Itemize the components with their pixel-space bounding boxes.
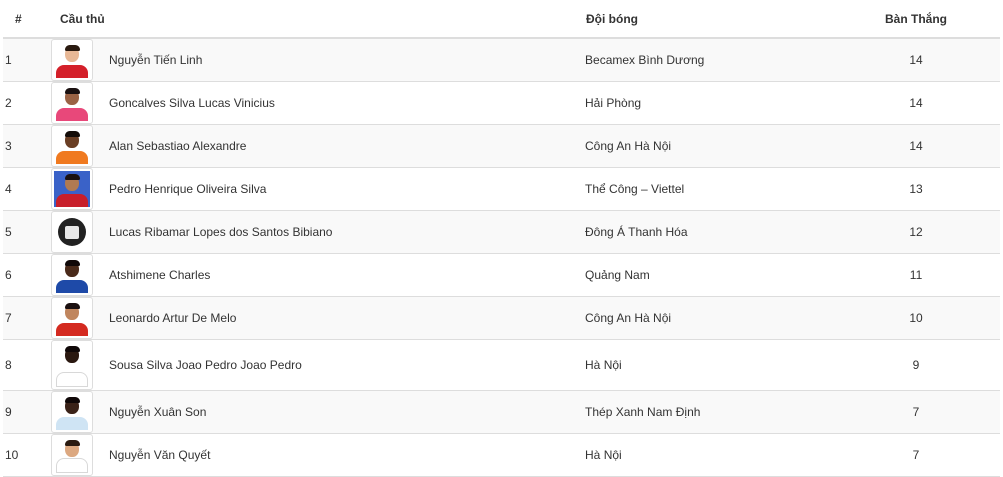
player-name: Sousa Silva Joao Pedro Joao Pedro: [109, 358, 302, 372]
avatar-cell: [51, 297, 105, 340]
table-row: 7 Leonardo Artur De Melo Công An Hà Nội …: [3, 296, 1001, 340]
team-name: Hải Phòng: [585, 96, 642, 110]
goals-count: 7: [912, 405, 920, 419]
table-row: 5 Lucas Ribamar Lopes dos Santos Bibiano…: [3, 210, 1001, 254]
table-row: 2 Goncalves Silva Lucas Vinicius Hải Phò…: [3, 81, 1001, 125]
goals-count: 14: [909, 139, 923, 153]
team-name: Becamex Bình Dương: [585, 53, 705, 67]
table-header: # Cầu thủ Đội bóng Bàn Thắng: [3, 0, 1001, 39]
team-name: Hà Nội: [585, 448, 622, 462]
player-photo-icon: [51, 391, 93, 433]
rank-cell: 8: [5, 358, 12, 372]
avatar-cell: [51, 125, 105, 168]
player-photo-icon: [51, 39, 93, 81]
rank-cell: 1: [5, 53, 12, 67]
team-name: Thép Xanh Nam Định: [585, 405, 701, 419]
header-player: Cầu thủ: [51, 0, 577, 39]
player-name: Goncalves Silva Lucas Vinicius: [109, 96, 275, 110]
table-row: 10 Nguyễn Văn Quyết Hà Nội 7: [3, 433, 1001, 477]
avatar-cell: [51, 168, 105, 211]
rank-cell: 2: [5, 96, 12, 110]
team-name: Quảng Nam: [585, 268, 650, 282]
player-photo-icon: [51, 434, 93, 476]
top-scorers-table: # Cầu thủ Đội bóng Bàn Thắng 1 Nguyễn Ti…: [3, 0, 1001, 477]
player-name: Nguyễn Văn Quyết: [109, 448, 211, 462]
avatar-cell: [51, 82, 105, 125]
team-name: Hà Nội: [585, 358, 622, 372]
avatar-cell: [51, 38, 105, 82]
goals-count: 12: [909, 225, 923, 239]
table-row: 4 Pedro Henrique Oliveira Silva Thể Công…: [3, 167, 1001, 211]
table-row: 6 Atshimene Charles Quảng Nam 11: [3, 253, 1001, 297]
player-photo-icon: [51, 297, 93, 339]
rank-cell: 5: [5, 225, 12, 239]
goals-count: 11: [909, 268, 923, 282]
header-goals: Bàn Thắng: [832, 0, 1001, 39]
rank-cell: 7: [5, 311, 12, 325]
team-name: Công An Hà Nội: [585, 311, 672, 325]
rank-cell: 3: [5, 139, 12, 153]
table-body: 1 Nguyễn Tiến Linh Becamex Bình Dương 14…: [3, 38, 1001, 477]
player-name: Lucas Ribamar Lopes dos Santos Bibiano: [109, 225, 333, 239]
goals-count: 14: [909, 53, 923, 67]
header-rank: #: [3, 0, 51, 39]
rank-cell: 6: [5, 268, 12, 282]
player-photo-icon: [51, 254, 93, 296]
goals-count: 10: [909, 311, 923, 325]
player-photo-icon: [51, 125, 93, 167]
team-name: Công An Hà Nội: [585, 139, 672, 153]
goals-count: 13: [909, 182, 923, 196]
table-row: 3 Alan Sebastiao Alexandre Công An Hà Nộ…: [3, 124, 1001, 168]
player-name: Nguyễn Tiến Linh: [109, 53, 203, 67]
player-photo-icon: [51, 168, 93, 210]
rank-cell: 10: [5, 448, 19, 462]
table-row: 9 Nguyễn Xuân Son Thép Xanh Nam Định 7: [3, 390, 1001, 434]
rank-cell: 4: [5, 182, 12, 196]
goals-count: 7: [912, 448, 920, 462]
player-name: Atshimene Charles: [109, 268, 211, 282]
avatar-cell: [51, 211, 105, 254]
player-name: Alan Sebastiao Alexandre: [109, 139, 247, 153]
goals-count: 9: [912, 358, 920, 372]
avatar-cell: [51, 254, 105, 297]
avatar-cell: [51, 340, 105, 391]
table-row: 1 Nguyễn Tiến Linh Becamex Bình Dương 14: [3, 38, 1001, 82]
rank-cell: 9: [5, 405, 12, 419]
player-name: Pedro Henrique Oliveira Silva: [109, 182, 267, 196]
player-photo-icon: [51, 82, 93, 124]
player-name: Leonardo Artur De Melo: [109, 311, 237, 325]
team-name: Đông Á Thanh Hóa: [585, 225, 688, 239]
player-name: Nguyễn Xuân Son: [109, 405, 207, 419]
player-photo-icon: [51, 340, 93, 390]
table-row: 8 Sousa Silva Joao Pedro Joao Pedro Hà N…: [3, 339, 1001, 391]
header-team: Đội bóng: [576, 0, 833, 39]
team-name: Thể Công – Viettel: [585, 182, 685, 196]
avatar-cell: [51, 391, 105, 434]
avatar-cell: [51, 434, 105, 477]
goals-count: 14: [909, 96, 923, 110]
shirt-placeholder-icon: [51, 211, 93, 253]
